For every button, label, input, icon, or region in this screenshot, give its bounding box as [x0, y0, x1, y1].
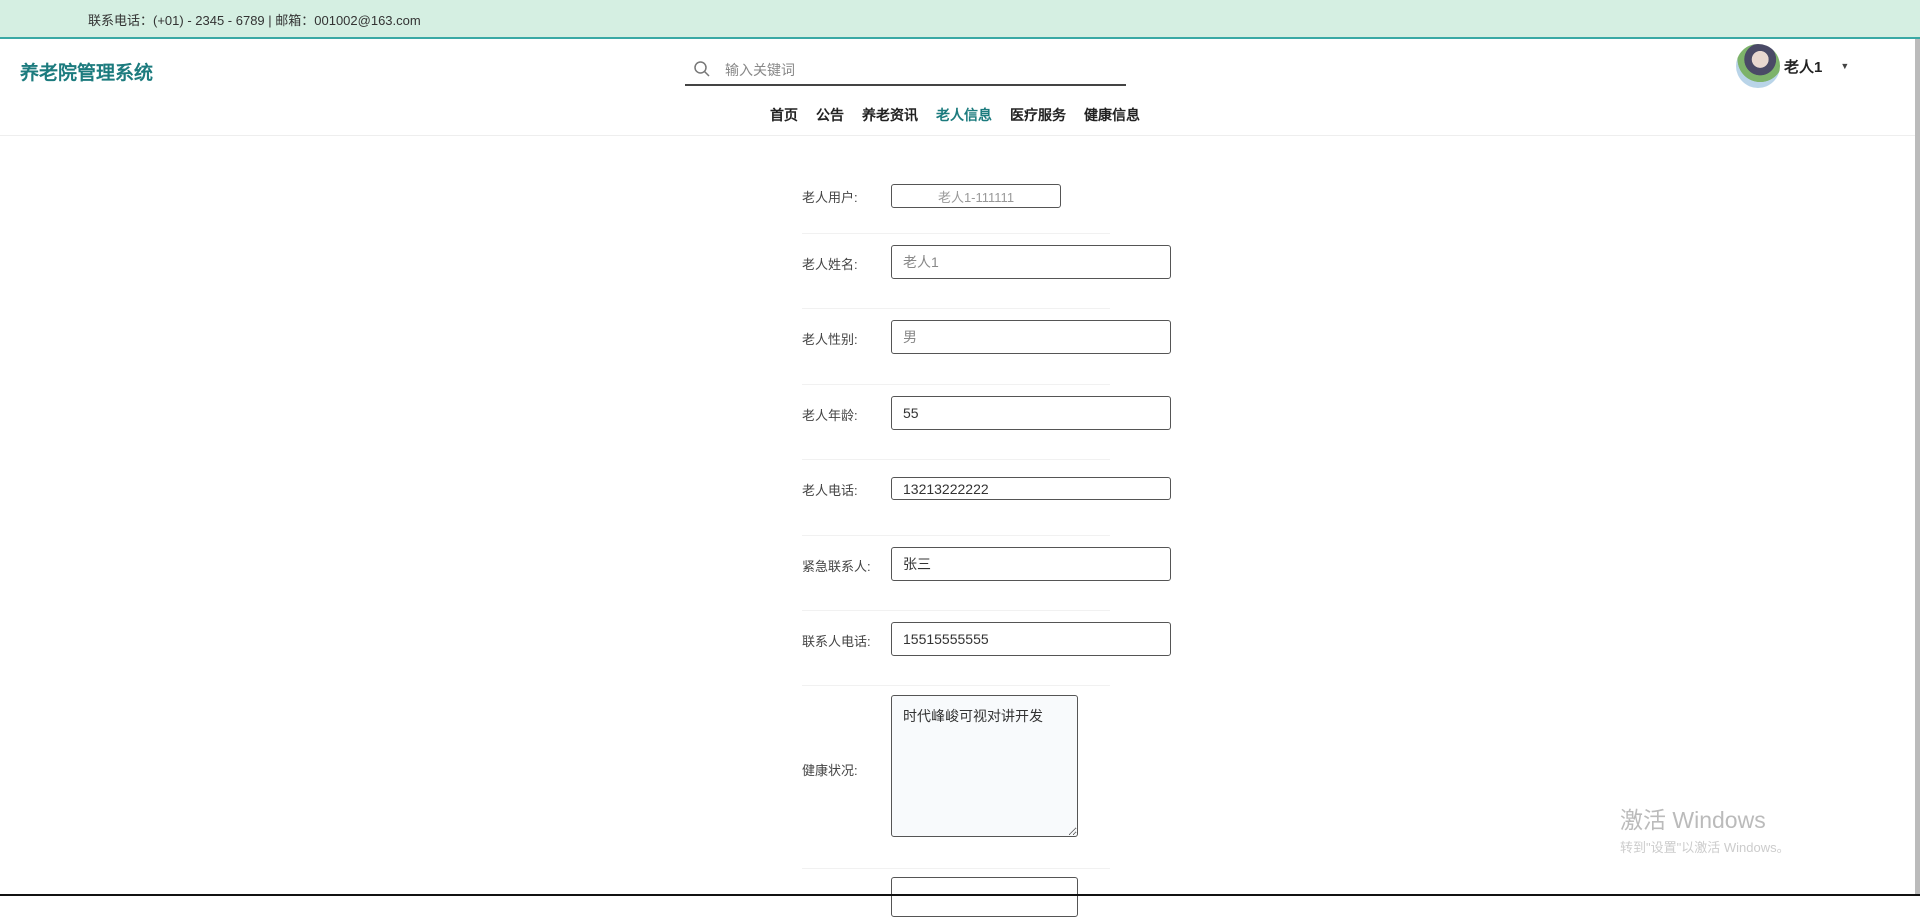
row-divider [802, 308, 1110, 309]
windows-watermark: 激活 Windows 转到"设置"以激活 Windows。 [1620, 801, 1790, 856]
label-gender: 老人性别: [802, 332, 858, 347]
row-divider [802, 233, 1110, 234]
age-field[interactable] [891, 396, 1171, 430]
nav-notice[interactable]: 公告 [816, 105, 844, 125]
user-name[interactable]: 老人1 [1784, 56, 1822, 77]
user-menu[interactable]: 老人1 ▼ [1736, 44, 1849, 88]
row-divider [802, 535, 1110, 536]
contact-field[interactable] [891, 547, 1171, 581]
user-field [891, 184, 1061, 208]
row-divider [802, 868, 1110, 869]
health-textarea[interactable] [891, 695, 1078, 837]
main-nav: 首页 公告 养老资讯 老人信息 医疗服务 健康信息 [770, 105, 1140, 125]
label-contact-phone: 联系人电话: [802, 634, 871, 649]
label-user: 老人用户: [802, 190, 858, 205]
contact-phone-field[interactable] [891, 622, 1171, 656]
site-logo[interactable]: 养老院管理系统 [20, 58, 153, 85]
watermark-subtitle: 转到"设置"以激活 Windows。 [1620, 840, 1790, 855]
row-divider [802, 685, 1110, 686]
nav-home[interactable]: 首页 [770, 105, 798, 125]
contact-info: 联系电话：(+01) - 2345 - 6789 | 邮箱：001002@163… [88, 13, 421, 28]
search-bar [685, 54, 1126, 86]
row-divider [802, 610, 1110, 611]
avatar[interactable] [1736, 44, 1780, 88]
contact-bar: 联系电话：(+01) - 2345 - 6789 | 邮箱：001002@163… [0, 0, 1920, 39]
scrollbar[interactable] [1915, 39, 1920, 896]
header-divider [0, 135, 1916, 136]
nav-news[interactable]: 养老资讯 [862, 105, 918, 125]
row-divider [802, 384, 1110, 385]
label-name: 老人姓名: [802, 257, 858, 272]
label-health: 健康状况: [802, 763, 858, 778]
label-age: 老人年龄: [802, 408, 858, 423]
search-input[interactable] [725, 58, 1115, 82]
phone-field[interactable] [891, 477, 1171, 500]
nav-health[interactable]: 健康信息 [1084, 105, 1140, 125]
search-icon[interactable] [693, 60, 711, 78]
caret-down-icon[interactable]: ▼ [1840, 61, 1849, 71]
nav-elder-info[interactable]: 老人信息 [936, 105, 992, 125]
watermark-title: 激活 Windows [1620, 807, 1766, 833]
gender-field[interactable] [891, 320, 1171, 354]
nav-medical[interactable]: 医疗服务 [1010, 105, 1066, 125]
next-field[interactable] [891, 877, 1078, 917]
label-phone: 老人电话: [802, 483, 858, 498]
row-divider [802, 459, 1110, 460]
label-contact: 紧急联系人: [802, 559, 871, 574]
name-field[interactable] [891, 245, 1171, 279]
